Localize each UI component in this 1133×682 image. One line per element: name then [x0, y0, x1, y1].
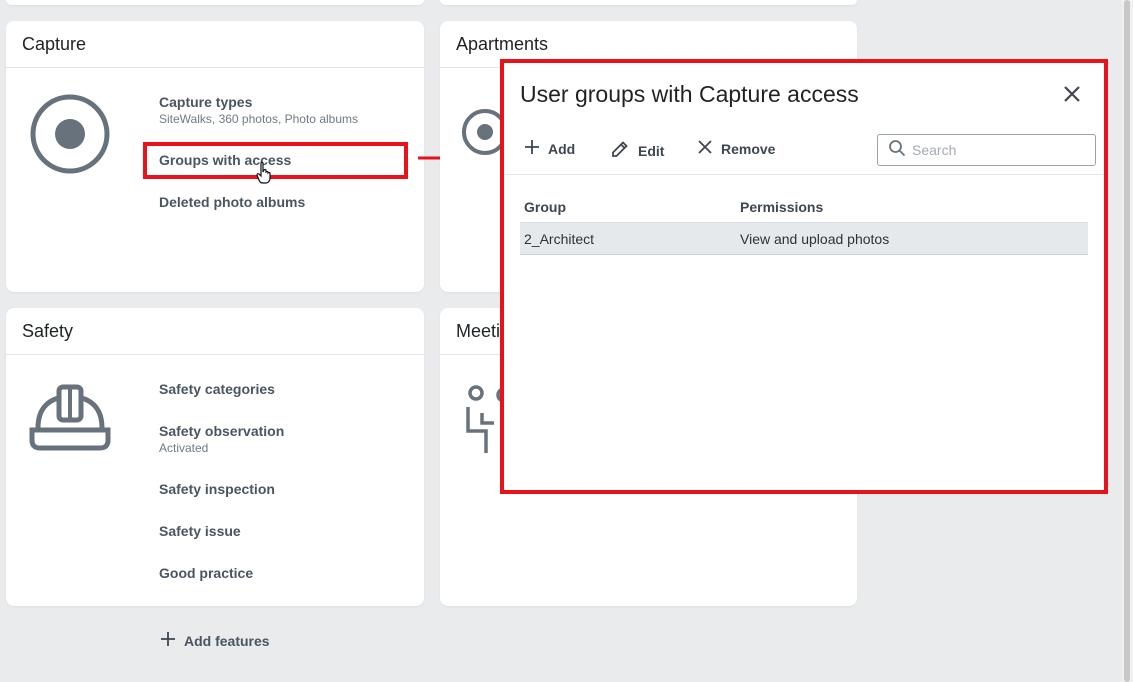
remove-button-label: Remove [721, 140, 776, 157]
edit-button-label: Edit [638, 142, 665, 159]
safety-categories-label: Safety categories [159, 381, 275, 397]
hand-cursor-icon [256, 161, 274, 190]
card-top-right-remnant [440, 0, 857, 5]
cell-permissions: View and upload photos [740, 230, 890, 247]
plus-icon [524, 139, 540, 158]
cell-group: 2_Architect [524, 230, 595, 247]
apartments-icon [460, 107, 510, 162]
safety-inspection-label: Safety inspection [159, 481, 275, 497]
hard-hat-icon [28, 384, 112, 459]
add-features-label: Add features [184, 632, 270, 649]
table-row[interactable]: 2_Architect View and upload photos [520, 223, 1088, 255]
capture-record-icon [28, 92, 112, 181]
good-practice-link[interactable]: Good practice [159, 565, 253, 581]
plus-icon [160, 631, 176, 650]
safety-issue-label: Safety issue [159, 523, 241, 539]
page-scrollbar[interactable] [1122, 0, 1133, 682]
groups-highlight-box [143, 142, 408, 179]
column-header-group[interactable]: Group [520, 199, 740, 215]
search-icon [888, 139, 906, 162]
capture-types-label: Capture types [159, 94, 253, 110]
capture-types-sub: SiteWalks, 360 photos, Photo albums [159, 112, 358, 126]
capture-types-link[interactable]: Capture types SiteWalks, 360 photos, Pho… [159, 94, 358, 126]
dialog-title: User groups with Capture access [520, 81, 859, 107]
toolbar-divider [504, 174, 1104, 175]
safety-inspection-link[interactable]: Safety inspection [159, 481, 275, 497]
safety-observation-label: Safety observation [159, 423, 285, 439]
safety-categories-link[interactable]: Safety categories [159, 381, 275, 397]
good-practice-label: Good practice [159, 565, 254, 581]
search-input[interactable] [912, 142, 1082, 158]
pencil-icon [610, 139, 630, 162]
safety-observation-status: Activated [159, 441, 209, 455]
edit-button[interactable]: Edit [610, 139, 664, 162]
deleted-photo-albums-link[interactable]: Deleted photo albums [159, 194, 305, 210]
safety-observation-link[interactable]: Safety observation Activated [159, 423, 284, 455]
safety-card-title: Safety [6, 308, 424, 355]
search-field[interactable] [877, 134, 1096, 166]
user-groups-dialog: User groups with Capture access Add Edit… [504, 63, 1104, 490]
table-header: Group Permissions [520, 191, 1088, 223]
close-x-icon [697, 139, 713, 158]
groups-table: Group Permissions 2_Architect View and u… [520, 191, 1088, 255]
card-top-left-remnant [6, 0, 424, 5]
remove-button[interactable]: Remove [697, 139, 775, 158]
column-header-permissions[interactable]: Permissions [740, 199, 1088, 215]
add-button[interactable]: Add [524, 139, 575, 158]
add-features-button[interactable]: Add features [160, 631, 270, 650]
capture-card-title: Capture [6, 21, 424, 68]
add-button-label: Add [548, 140, 576, 157]
safety-card: Safety Safety categories Safety observat… [6, 308, 424, 606]
safety-issue-link[interactable]: Safety issue [159, 523, 241, 539]
scrollbar-thumb[interactable] [1124, 0, 1130, 682]
deleted-photo-albums-label: Deleted photo albums [159, 194, 306, 210]
close-icon[interactable] [1061, 83, 1083, 105]
apartments-card-title: Apartments [440, 21, 857, 68]
